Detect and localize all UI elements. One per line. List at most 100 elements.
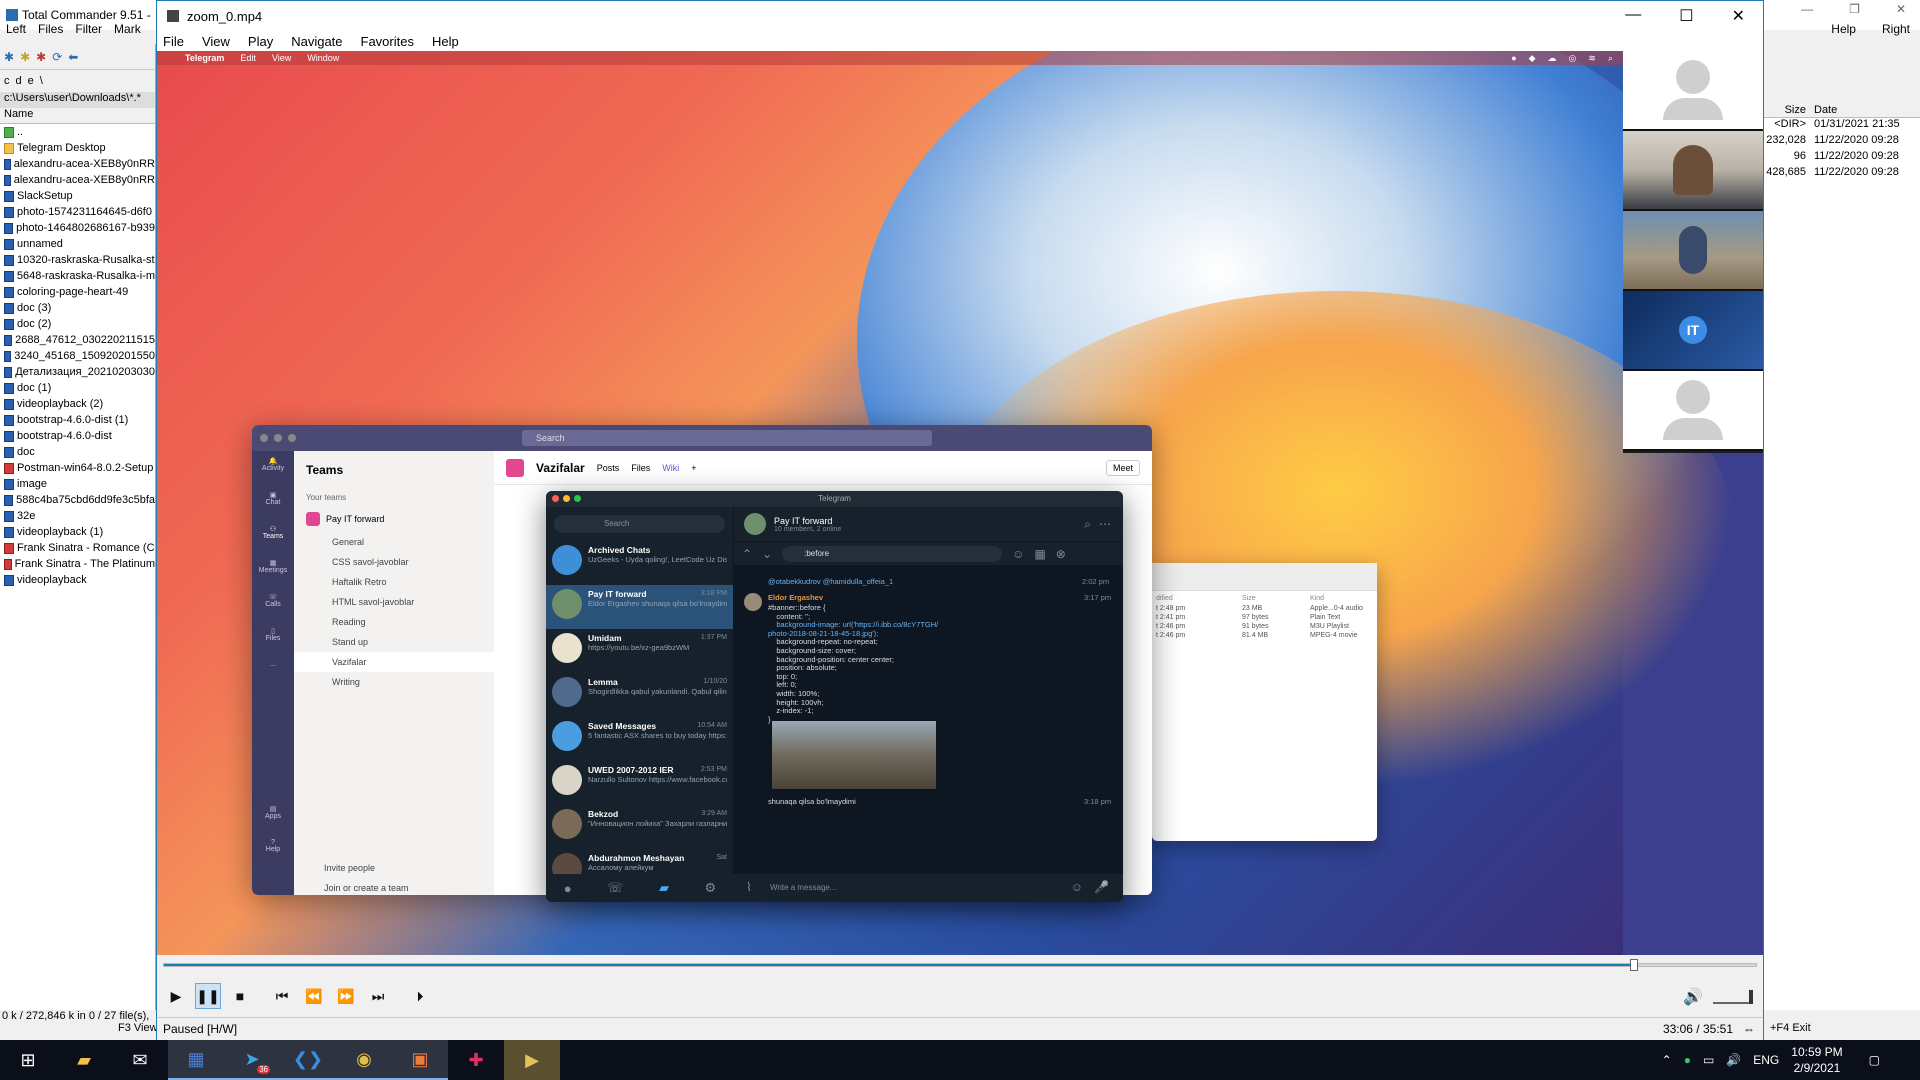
- tc-menu-mark[interactable]: Mark: [114, 22, 141, 40]
- resize-icon[interactable]: ⇔: [1743, 1022, 1755, 1036]
- tc-minimize-icon[interactable]: —: [1801, 2, 1813, 16]
- volume-thumb[interactable]: [1749, 990, 1753, 1004]
- window-dot[interactable]: [274, 434, 282, 442]
- tc-menu-right[interactable]: Right: [1882, 22, 1910, 36]
- tc-column-name[interactable]: Name: [0, 108, 155, 124]
- file-row[interactable]: 2688_47612_030220211515: [0, 332, 155, 348]
- total-commander-icon[interactable]: ▦: [168, 1040, 224, 1080]
- file-row[interactable]: alexandru-acea-XEB8y0nRR: [0, 156, 155, 172]
- participant-tile[interactable]: [1623, 371, 1763, 451]
- finder-row[interactable]: t 2:41 pm 97 bytes Plain Text: [1152, 613, 1377, 622]
- vscode-icon[interactable]: ❮❯: [280, 1040, 336, 1080]
- file-row[interactable]: photo-1574231164645-d6f0: [0, 204, 155, 220]
- tc-menu-help[interactable]: Help: [1831, 22, 1856, 36]
- minimize-icon[interactable]: —: [1625, 6, 1641, 26]
- file-row[interactable]: Postman-win64-8.0.2-Setup: [0, 460, 155, 476]
- file-row[interactable]: 3240_45168_150920201550: [0, 348, 155, 364]
- menu-navigate[interactable]: Navigate: [291, 34, 342, 49]
- file-row[interactable]: videoplayback (2): [0, 396, 155, 412]
- frame-step-button[interactable]: ⏵: [407, 983, 433, 1009]
- drive-d[interactable]: d: [16, 75, 22, 87]
- settings-icon[interactable]: ⚙: [705, 880, 717, 896]
- file-row[interactable]: 232,028 11/22/2020 09:28: [1764, 134, 1920, 150]
- drive-c[interactable]: c: [4, 75, 10, 87]
- security-icon[interactable]: ●: [1684, 1053, 1691, 1067]
- calendar-icon[interactable]: ▦: [1034, 547, 1045, 561]
- file-row[interactable]: alexandru-acea-XEB8y0nRR: [0, 172, 155, 188]
- find-input[interactable]: :before: [782, 545, 1003, 562]
- tc-exit[interactable]: +F4 Exit: [1770, 1022, 1811, 1034]
- participant-tile[interactable]: [1623, 131, 1763, 211]
- tc-menu-left[interactable]: Left: [6, 22, 26, 40]
- volume-icon[interactable]: 🔊: [1726, 1053, 1741, 1067]
- file-row[interactable]: Детализация_20210203030: [0, 364, 155, 380]
- join-team-button[interactable]: Join or create a team: [306, 883, 409, 893]
- rail-files[interactable]: ▯ Files: [252, 621, 294, 655]
- language-indicator[interactable]: ENG: [1753, 1053, 1779, 1067]
- tab-posts[interactable]: Posts: [597, 463, 620, 473]
- video-frame[interactable]: Telegram Edit View Window ● ◆ ☁ ◎ ≋ ⌕ IT…: [157, 51, 1763, 955]
- message-input[interactable]: Write a message...: [734, 874, 1123, 902]
- chat-item[interactable]: Pay IT forward Eldor Ergashev shunaqa qil…: [546, 585, 733, 629]
- settings-icon[interactable]: ✱: [36, 50, 46, 64]
- tc-col-date[interactable]: Date: [1810, 104, 1837, 117]
- file-row[interactable]: image: [0, 476, 155, 492]
- file-row[interactable]: 10320-raskraska-Rusalka-st: [0, 252, 155, 268]
- finder-col-kind[interactable]: Kind: [1310, 595, 1324, 602]
- forward-button[interactable]: ⏩: [333, 983, 359, 1009]
- settings-icon[interactable]: ✱: [20, 50, 30, 64]
- channel-item[interactable]: CSS savol-javoblar: [294, 552, 494, 572]
- drive-root[interactable]: \: [40, 75, 43, 87]
- participant-tile[interactable]: [1623, 51, 1763, 131]
- tc-restore-icon[interactable]: ❐: [1849, 2, 1860, 16]
- file-row[interactable]: bootstrap-4.6.0-dist: [0, 428, 155, 444]
- chat-item[interactable]: Lemma Shogirdlikka qabul yakunlandi. Qabu…: [546, 673, 733, 717]
- start-button[interactable]: ⊞: [0, 1040, 56, 1080]
- file-row[interactable]: videoplayback (1): [0, 524, 155, 540]
- tc-close-icon[interactable]: ✕: [1896, 2, 1906, 16]
- file-explorer-icon[interactable]: ▰: [56, 1040, 112, 1080]
- rail-meetings[interactable]: ▦ Meetings: [252, 553, 294, 587]
- tc-menu-files[interactable]: Files: [38, 22, 63, 40]
- microphone-icon[interactable]: 🎤: [1094, 880, 1109, 894]
- file-row[interactable]: <DIR> 01/31/2021 21:35: [1764, 118, 1920, 134]
- tc-col-size[interactable]: Size: [1764, 104, 1810, 117]
- file-row[interactable]: bootstrap-4.6.0-dist (1): [0, 412, 155, 428]
- file-row[interactable]: 588c4ba75cbd6dd9fe3c5bfa: [0, 492, 155, 508]
- menu-play[interactable]: Play: [248, 34, 273, 49]
- window-dot[interactable]: [260, 434, 268, 442]
- file-row[interactable]: doc: [0, 444, 155, 460]
- channel-item[interactable]: Vazifalar: [294, 652, 494, 672]
- tc-f3-view[interactable]: F3 View: [118, 1022, 158, 1034]
- maximize-icon[interactable]: ☐: [1679, 6, 1693, 26]
- finder-row[interactable]: t 2:48 pm 23 MB Apple...0-4 audio: [1152, 604, 1377, 613]
- telegram-taskbar-icon[interactable]: ➤ 36: [224, 1040, 280, 1080]
- next-button[interactable]: ⏭: [365, 983, 391, 1009]
- file-row[interactable]: doc (1): [0, 380, 155, 396]
- stop-button[interactable]: ■: [227, 983, 253, 1009]
- zoom-dot[interactable]: [574, 495, 581, 502]
- chat-item[interactable]: Bekzod "Инновацион лойиха" Захарли газлар…: [546, 805, 733, 849]
- rail-help[interactable]: ? Help: [252, 833, 294, 867]
- team-pay-it-forward[interactable]: Pay IT forward: [294, 506, 494, 532]
- file-row[interactable]: 5648-raskraska-Rusalka-i-m: [0, 268, 155, 284]
- rail-chat[interactable]: ▣ Chat: [252, 485, 294, 519]
- file-row[interactable]: coloring-page-heart-49: [0, 284, 155, 300]
- file-row[interactable]: 428,685 11/22/2020 09:28: [1764, 166, 1920, 182]
- network-icon[interactable]: ▭: [1703, 1053, 1714, 1067]
- telegram-search-input[interactable]: Search: [554, 515, 725, 533]
- clock[interactable]: 10:59 PM 2/9/2021: [1791, 1044, 1842, 1076]
- building-photo[interactable]: [772, 721, 936, 789]
- close-dot[interactable]: [552, 495, 559, 502]
- settings-icon[interactable]: ✱: [4, 50, 14, 64]
- finder-row[interactable]: t 2:46 pm 81.4 MB MPEG-4 movie: [1152, 631, 1377, 640]
- seek-thumb[interactable]: [1630, 959, 1639, 971]
- menu-file[interactable]: File: [163, 34, 184, 49]
- channel-item[interactable]: Writing: [294, 672, 494, 692]
- tab-files[interactable]: Files: [631, 463, 650, 473]
- channel-item[interactable]: General: [294, 532, 494, 552]
- user-filter-icon[interactable]: ☺: [1012, 547, 1024, 561]
- channel-item[interactable]: HTML savol-javoblar: [294, 592, 494, 612]
- file-row[interactable]: doc (3): [0, 300, 155, 316]
- window-dot[interactable]: [288, 434, 296, 442]
